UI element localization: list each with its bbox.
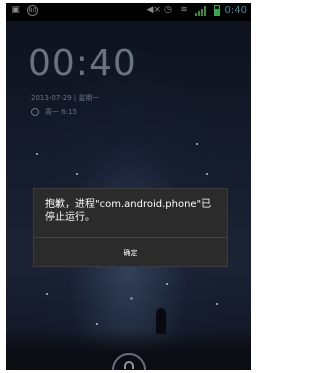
phone-screen: ▣ 80 ◀× ◷ ≋ 0:40 00:40 2013-07-29 | 星期一 … xyxy=(6,3,251,370)
status-bar: ▣ 80 ◀× ◷ ≋ 0:40 xyxy=(6,3,251,21)
status-time: 0:40 xyxy=(224,5,247,16)
mute-icon: ◀× xyxy=(146,5,161,15)
wifi-icon: ≋ xyxy=(180,5,188,15)
ok-button[interactable]: 确定 xyxy=(34,238,227,268)
signal-icon xyxy=(194,5,209,16)
lockscreen-date: 2013-07-29 | 星期一 xyxy=(31,94,100,102)
notification-badge-icon: 80 xyxy=(27,5,38,16)
alarm-icon xyxy=(31,108,39,116)
dialog-message: 抱歉，进程"com.android.phone"已停止运行。 xyxy=(45,199,212,223)
wallpaper-silhouette xyxy=(156,308,166,334)
lock-icon xyxy=(124,361,134,369)
alarm-time: 周一 6:15 xyxy=(45,108,77,116)
lockscreen-alarm: 周一 6:15 xyxy=(31,107,77,117)
battery-icon xyxy=(213,5,220,16)
error-dialog: 抱歉，进程"com.android.phone"已停止运行。 确定 xyxy=(33,188,228,267)
usb-icon: ▣ xyxy=(11,5,20,15)
page-indicator-dot xyxy=(130,297,133,300)
alarm-clock-icon: ◷ xyxy=(164,5,172,15)
lockscreen-clock: 00:40 xyxy=(28,43,137,84)
